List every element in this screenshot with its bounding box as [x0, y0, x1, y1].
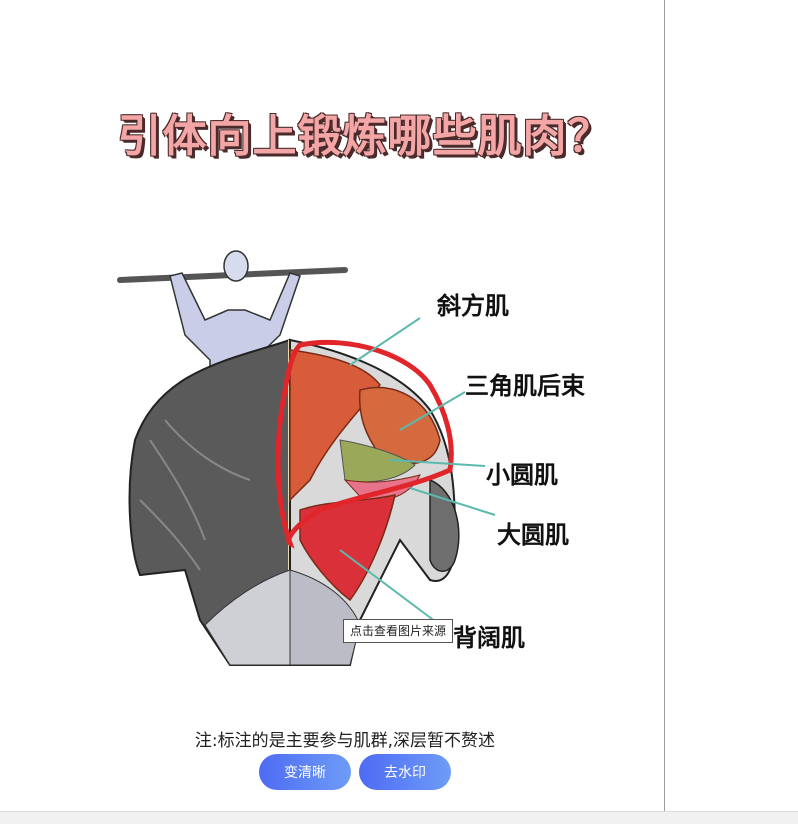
leader-trapezius [349, 317, 421, 366]
label-teres-major: 大圆肌 [497, 520, 569, 549]
label-latissimus: 背阔肌 [453, 623, 525, 652]
poster-title: 引体向上锻炼哪些肌肉？ [117, 111, 613, 162]
image-note: 注:标注的是主要参与肌群,深层暂不赘述 [194, 731, 496, 751]
bottom-scroll-strip[interactable] [0, 811, 798, 824]
viewer-stage: 引体向上锻炼哪些肌肉？ 斜方肌 三角肌后束 小圆肌 大圆肌 背阔肌 点击查看图片… [0, 0, 798, 824]
label-trapezius: 斜方肌 [437, 291, 509, 320]
sharpen-button[interactable]: 变清晰 [259, 754, 351, 790]
image-source-tooltip[interactable]: 点击查看图片来源 [343, 619, 454, 643]
remove-watermark-button[interactable]: 去水印 [359, 754, 451, 790]
panel-divider [664, 0, 665, 811]
label-teres-minor: 小圆肌 [486, 460, 558, 489]
label-rear-deltoid: 三角肌后束 [465, 371, 585, 400]
